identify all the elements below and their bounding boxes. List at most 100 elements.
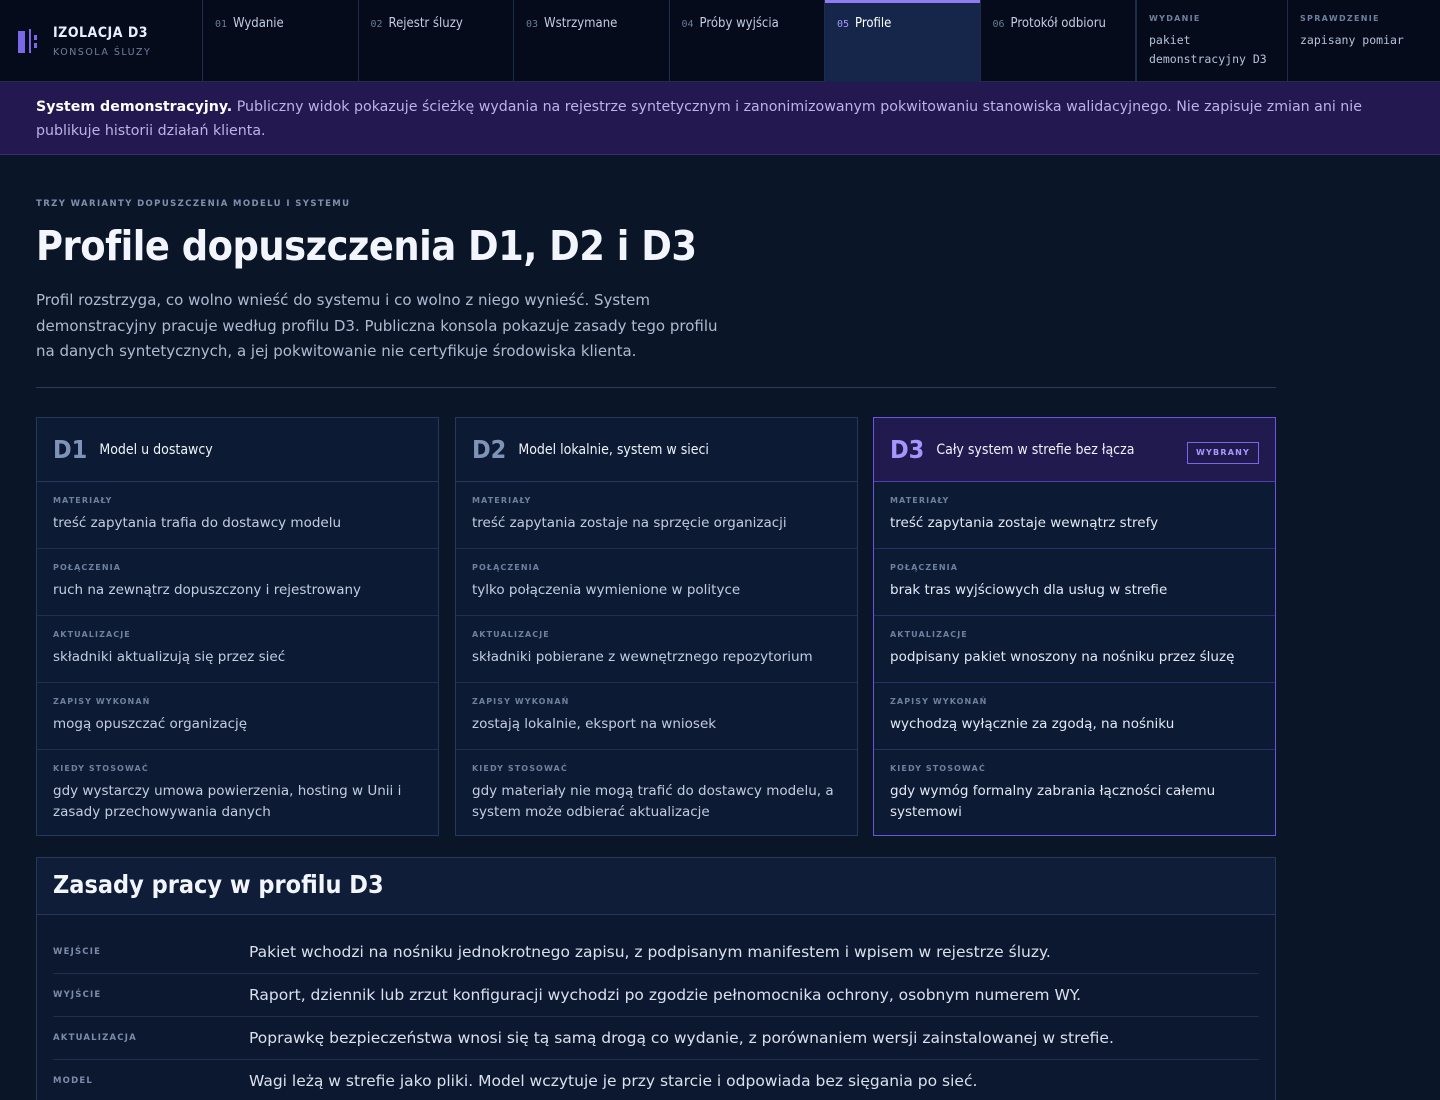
- row-label: MATERIAŁY: [890, 496, 950, 505]
- row-value: zostają lokalnie, eksport na wniosek: [472, 716, 717, 732]
- tab-number: 01: [215, 19, 228, 30]
- row-label: ZAPISY WYKONAŃ: [472, 697, 570, 706]
- demo-system-banner: System demonstracyjny. Publiczny widok p…: [0, 82, 1440, 155]
- rule-value: Raport, dziennik lub zrzut konfiguracji …: [249, 986, 1082, 1004]
- rule-key: WEJŚCIE: [53, 947, 102, 957]
- profile-name: Model u dostawcy: [99, 441, 213, 458]
- rule-row-exit: WYJŚCIE Raport, dziennik lub zrzut konfig…: [53, 974, 1259, 1017]
- check-meta: SPRAWDZENIE zapisany pomiar: [1288, 0, 1440, 82]
- page-title: Profile dopuszczenia D1, D2 i D3: [36, 222, 697, 270]
- release-value: pakiet demonstracyjny D3: [1149, 31, 1275, 69]
- profile-card-d1[interactable]: D1 Model u dostawcy MATERIAŁY treść zapyt…: [36, 417, 439, 836]
- tab-proby-wyjscia[interactable]: 04 Próby wyjścia: [670, 0, 825, 82]
- card-header: D3 Cały system w strefie bez łącza WYBRA…: [874, 418, 1275, 482]
- card-row-records: ZAPISY WYKONAŃ zostają lokalnie, eksport …: [456, 683, 857, 750]
- selected-badge: WYBRANY: [1187, 442, 1259, 464]
- card-row-when: KIEDY STOSOWAĆ gdy materiały nie mogą tra…: [456, 750, 857, 823]
- profile-code: D3: [890, 435, 925, 464]
- tab-profile[interactable]: 05 Profile: [825, 0, 981, 82]
- row-value: treść zapytania zostaje wewnątrz strefy: [890, 515, 1159, 531]
- rule-value: Pakiet wchodzi na nośniku jednokrotnego …: [249, 943, 1051, 961]
- row-value: gdy wymóg formalny zabrania łączności ca…: [890, 783, 1216, 820]
- card-row-connections: POŁĄCZENIA ruch na zewnątrz dopuszczony i…: [37, 549, 438, 616]
- airlock-logo-icon: [18, 29, 40, 53]
- release-value-line1: pakiet: [1149, 33, 1191, 47]
- brand-title: IZOLACJA D3: [53, 24, 149, 41]
- row-label: MATERIAŁY: [472, 496, 532, 505]
- row-value: treść zapytania zostaje na sprzęcie orga…: [472, 515, 787, 531]
- row-label: MATERIAŁY: [53, 496, 113, 505]
- rule-row-entry: WEJŚCIE Pakiet wchodzi na nośniku jednokr…: [53, 915, 1259, 974]
- brand-subtitle: KONSOLA ŚLUZY: [53, 46, 152, 58]
- tab-label: Próby wyjścia: [699, 16, 779, 31]
- tab-wstrzymane[interactable]: 03 Wstrzymane: [514, 0, 670, 82]
- card-header: D1 Model u dostawcy: [37, 418, 438, 482]
- tab-number: 02: [370, 19, 383, 30]
- row-label: AKTUALIZACJE: [890, 630, 968, 639]
- row-label: KIEDY STOSOWAĆ: [53, 764, 149, 773]
- tab-label: Wstrzymane: [544, 16, 618, 31]
- tab-label: Profile: [855, 16, 892, 31]
- card-row-materials: MATERIAŁY treść zapytania trafia do dosta…: [37, 482, 438, 549]
- rule-key: MODEL: [53, 1076, 93, 1086]
- rules-title: Zasady pracy w profilu D3: [37, 858, 1275, 915]
- banner-text: Publiczny widok pokazuje ścieżkę wydania…: [36, 99, 1362, 139]
- card-row-updates: AKTUALIZACJE składniki pobierane z wewnęt…: [456, 616, 857, 683]
- row-label: POŁĄCZENIA: [472, 563, 540, 572]
- card-row-updates: AKTUALIZACJE składniki aktualizują się pr…: [37, 616, 438, 683]
- card-row-records: ZAPISY WYKONAŃ mogą opuszczać organizację: [37, 683, 438, 750]
- release-value-line2: demonstracyjny D3: [1149, 52, 1267, 66]
- tab-label: Wydanie: [233, 16, 284, 31]
- row-value: treść zapytania trafia do dostawcy model…: [53, 515, 342, 531]
- profile-name: Model lokalnie, system w sieci: [518, 441, 709, 458]
- tab-wydanie[interactable]: 01 Wydanie: [203, 0, 359, 82]
- row-label: POŁĄCZENIA: [53, 563, 121, 572]
- row-label: KIEDY STOSOWAĆ: [472, 764, 568, 773]
- card-header: D2 Model lokalnie, system w sieci: [456, 418, 857, 482]
- section-eyebrow: TRZY WARIANTY DOPUSZCZENIA MODELU I SYST…: [36, 199, 351, 209]
- row-value: składniki aktualizują się przez sieć: [53, 649, 286, 665]
- card-row-updates: AKTUALIZACJE podpisany pakiet wnoszony na…: [874, 616, 1275, 683]
- tab-label: Protokół odbioru: [1010, 16, 1106, 31]
- check-label: SPRAWDZENIE: [1300, 14, 1380, 23]
- card-row-connections: POŁĄCZENIA tylko połączenia wymienione w …: [456, 549, 857, 616]
- card-row-when: KIEDY STOSOWAĆ gdy wystarczy umowa powier…: [37, 750, 438, 823]
- rule-row-model: MODEL Wagi leżą w strefie jako pliki. Mod…: [53, 1060, 1259, 1100]
- tab-number: 06: [992, 19, 1005, 30]
- tab-number: 05: [837, 19, 850, 30]
- tab-number: 03: [526, 19, 539, 30]
- row-value: składniki pobierane z wewnętrznego repoz…: [472, 649, 813, 665]
- card-row-materials: MATERIAŁY treść zapytania zostaje wewnątr…: [874, 482, 1275, 549]
- rule-row-update: AKTUALIZACJA Poprawkę bezpieczeństwa wnos…: [53, 1017, 1259, 1060]
- tab-number: 04: [681, 19, 694, 30]
- profile-card-d3[interactable]: D3 Cały system w strefie bez łącza WYBRA…: [873, 417, 1276, 836]
- brand[interactable]: IZOLACJA D3 KONSOLA ŚLUZY: [0, 0, 203, 82]
- rule-value: Wagi leżą w strefie jako pliki. Model wc…: [249, 1072, 978, 1090]
- row-value: ruch na zewnątrz dopuszczony i rejestrow…: [53, 582, 362, 598]
- card-row-materials: MATERIAŁY treść zapytania zostaje na sprz…: [456, 482, 857, 549]
- row-value: podpisany pakiet wnoszony na nośniku prz…: [890, 649, 1235, 665]
- profile-code: D1: [53, 435, 88, 464]
- row-label: POŁĄCZENIA: [890, 563, 958, 572]
- divider: [36, 387, 1276, 388]
- tab-label: Rejestr śluzy: [388, 16, 463, 31]
- row-label: ZAPISY WYKONAŃ: [53, 697, 151, 706]
- release-meta: WYDANIE pakiet demonstracyjny D3: [1136, 0, 1288, 82]
- row-value: gdy materiały nie mogą trafić do dostawc…: [472, 783, 834, 820]
- tab-protokol-odbioru[interactable]: 06 Protokół odbioru: [981, 0, 1136, 82]
- release-label: WYDANIE: [1149, 14, 1201, 23]
- row-label: AKTUALIZACJE: [53, 630, 131, 639]
- row-value: brak tras wyjściowych dla usług w strefi…: [890, 582, 1168, 598]
- card-row-records: ZAPISY WYKONAŃ wychodzą wyłącznie za zgod…: [874, 683, 1275, 750]
- profile-card-d2[interactable]: D2 Model lokalnie, system w sieci MATERI…: [455, 417, 858, 836]
- row-value: wychodzą wyłącznie za zgodą, na nośniku: [890, 716, 1175, 732]
- row-value: mogą opuszczać organizację: [53, 716, 248, 732]
- row-label: KIEDY STOSOWAĆ: [890, 764, 986, 773]
- card-row-when: KIEDY STOSOWAĆ gdy wymóg formalny zabrani…: [874, 750, 1275, 823]
- tab-rejestr-sluzy[interactable]: 02 Rejestr śluzy: [359, 0, 514, 82]
- row-label: AKTUALIZACJE: [472, 630, 550, 639]
- card-row-connections: POŁĄCZENIA brak tras wyjściowych dla usłu…: [874, 549, 1275, 616]
- banner-strong: System demonstracyjny.: [36, 99, 233, 115]
- intro-paragraph: Profil rozstrzyga, co wolno wnieść do sy…: [36, 291, 718, 361]
- d3-rules-panel: Zasady pracy w profilu D3 WEJŚCIE Pakiet …: [36, 857, 1276, 1100]
